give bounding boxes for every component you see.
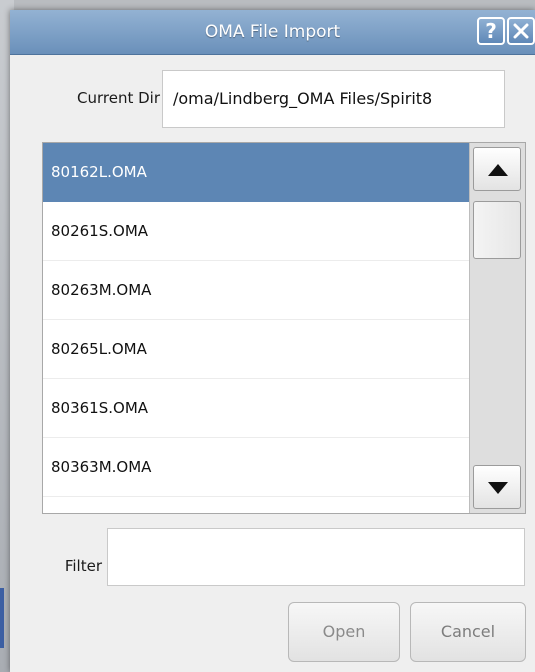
dialog-title: OMA File Import: [204, 22, 341, 42]
file-list-scrollbar[interactable]: [469, 143, 525, 513]
arrow-up-icon: [488, 164, 508, 176]
scroll-thumb[interactable]: [473, 201, 521, 259]
file-list-item[interactable]: 80162L.OMA: [43, 143, 469, 202]
filter-label: Filter: [64, 557, 102, 575]
arrow-down-icon: [488, 482, 508, 494]
scroll-up-button[interactable]: [473, 147, 521, 191]
filter-input[interactable]: [107, 528, 525, 586]
file-list-item[interactable]: 80263M.OMA: [43, 261, 469, 320]
file-list-rows: 80162L.OMA 80261S.OMA 80263M.OMA 80265L.OMA…: [43, 143, 469, 513]
open-button[interactable]: Open: [288, 602, 400, 662]
background-window-mark: [0, 588, 4, 648]
file-list-item[interactable]: 80265L.OMA: [43, 320, 469, 379]
file-list[interactable]: 80162L.OMA 80261S.OMA 80263M.OMA 80265L.OMA…: [42, 142, 526, 514]
scroll-down-button[interactable]: [473, 465, 521, 509]
cancel-button[interactable]: Cancel: [410, 602, 526, 662]
current-dir-label: Current Dir: [77, 89, 160, 107]
file-list-item[interactable]: 80261S.OMA: [43, 202, 469, 261]
title-bar[interactable]: OMA File Import ?: [10, 10, 535, 55]
help-icon[interactable]: ?: [477, 17, 505, 45]
current-dir-field[interactable]: /oma/Lindberg_OMA Files/Spirit8: [162, 70, 505, 128]
close-icon[interactable]: [507, 17, 535, 45]
file-list-item[interactable]: 80361S.OMA: [43, 379, 469, 438]
file-list-item[interactable]: 80363M.OMA: [43, 438, 469, 497]
oma-file-import-dialog: OMA File Import ? Current Dir /oma/Lindb…: [10, 10, 535, 672]
